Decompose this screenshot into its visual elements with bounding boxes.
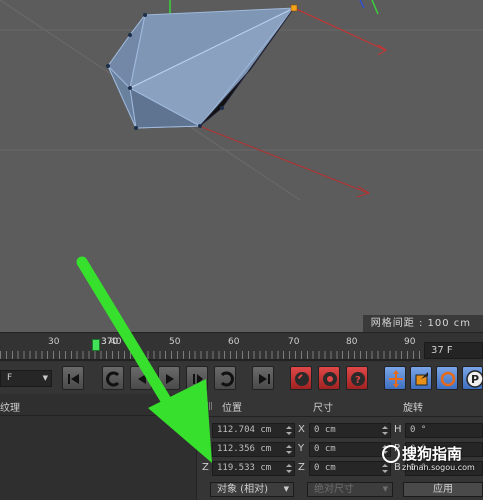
divider — [0, 415, 197, 416]
field-value: 112.704 cm — [217, 425, 272, 435]
prev-key-icon — [106, 371, 120, 387]
rotate-icon — [440, 371, 456, 387]
current-frame-field[interactable]: 37 F — [424, 342, 483, 359]
material-panel: 纹理 — [0, 394, 197, 500]
axis-label: H — [394, 424, 402, 435]
watermark-title: 搜狗指南 — [402, 445, 463, 463]
timeline-ruler[interactable]: 30 40 50 60 70 80 90 370 37 F — [0, 332, 483, 362]
key-icon — [295, 372, 309, 386]
move-icon — [389, 370, 403, 388]
playhead-label: 370 — [101, 337, 119, 347]
x-axis-line — [291, 6, 386, 51]
play-backward-icon — [138, 374, 146, 384]
size-z-field[interactable]: 0 cm — [309, 461, 391, 476]
sogou-logo-icon — [382, 445, 400, 463]
size-x-field[interactable]: 0 cm — [309, 423, 391, 438]
divider — [198, 416, 483, 417]
chevron-down-icon: ▼ — [283, 485, 289, 493]
position-z-field[interactable]: 119.533 cm — [212, 461, 295, 476]
texture-tab[interactable]: 纹理 — [0, 399, 20, 414]
play-forward-icon — [166, 374, 174, 384]
auto-key-icon — [323, 372, 337, 386]
next-key-button[interactable] — [214, 366, 236, 390]
keyframe-help-button[interactable]: ? — [346, 366, 368, 390]
spinner-icon[interactable] — [286, 426, 292, 435]
coordinate-mode-dropdown[interactable]: 对象 (相对) ▼ — [210, 482, 294, 497]
axis-label: Y — [202, 443, 209, 454]
size-mode-dropdown[interactable]: 绝对尺寸 ▼ — [307, 482, 393, 497]
record-button[interactable] — [290, 366, 312, 390]
field-value: 119.533 cm — [217, 463, 272, 473]
dropdown-value: 对象 (相对) — [217, 484, 268, 495]
axis-label: Z — [298, 462, 305, 473]
play-backward-button[interactable] — [130, 366, 152, 390]
svg-text:P: P — [471, 373, 479, 386]
sogou-watermark: 搜狗指南 zhinan.sogou.com — [382, 442, 483, 488]
watermark-subtitle: zhinan.sogou.com — [402, 463, 475, 472]
move-tool-button[interactable] — [384, 366, 406, 390]
field-value: 112.356 cm — [217, 444, 272, 454]
position-y-field[interactable]: 112.356 cm — [212, 442, 295, 457]
dropdown-value: 绝对尺寸 — [314, 484, 354, 495]
parameter-tool-button[interactable]: P — [462, 366, 483, 390]
rotation-header: 旋转 — [403, 403, 423, 414]
selected-point — [290, 4, 298, 12]
question-icon: ? — [351, 372, 365, 386]
frame-ruler[interactable]: 30 40 50 60 70 80 90 370 — [0, 333, 420, 363]
prev-key-button[interactable] — [102, 366, 124, 390]
rotate-tool-button[interactable] — [436, 366, 458, 390]
tick-label: 60 — [228, 337, 240, 347]
size-y-field[interactable]: 0 cm — [309, 442, 391, 457]
next-frame-icon — [193, 374, 203, 384]
scale-tool-button[interactable] — [410, 366, 432, 390]
svg-text:?: ? — [355, 375, 361, 386]
playhead[interactable] — [92, 339, 100, 351]
parameter-icon: P — [466, 370, 483, 388]
go-to-start-icon — [68, 374, 79, 384]
spinner-icon[interactable] — [382, 426, 388, 435]
chevron-down-icon: ▼ — [42, 374, 48, 382]
frame-unit-select[interactable]: F ▼ — [0, 370, 52, 387]
rotation-h-field[interactable]: 0 ° — [405, 423, 483, 438]
frame-unit-value: F — [7, 373, 13, 383]
go-to-start-button[interactable] — [62, 366, 84, 390]
next-frame-button[interactable] — [186, 366, 208, 390]
go-to-end-button[interactable] — [252, 366, 274, 390]
tick-label: 70 — [288, 337, 300, 347]
field-value: 0 ° — [410, 425, 427, 435]
axis-label: Z — [202, 462, 209, 473]
tick-label: 80 — [346, 337, 358, 347]
axis-label: X — [298, 424, 305, 435]
ruler-baseline — [0, 359, 420, 361]
axis-label: X — [202, 424, 209, 435]
field-value: 0 cm — [314, 425, 336, 435]
field-value: 0 cm — [314, 463, 336, 473]
tick-label: 30 — [48, 337, 60, 347]
go-to-end-icon — [259, 374, 270, 384]
spinner-icon[interactable] — [286, 445, 292, 454]
position-x-field[interactable]: 112.704 cm — [212, 423, 295, 438]
size-header: 尺寸 — [313, 403, 333, 414]
3d-viewport[interactable]: 网格间距 : 100 cm — [0, 0, 483, 332]
scale-icon — [415, 372, 428, 386]
viewport-scene — [0, 0, 483, 201]
grip-handle-icon[interactable] — [203, 402, 213, 410]
grid-spacing-readout: 网格间距 : 100 cm — [362, 315, 483, 332]
play-forward-button[interactable] — [158, 366, 180, 390]
local-x-axis-line — [198, 125, 369, 194]
tick-label: 50 — [169, 337, 181, 347]
polygon-mesh — [106, 4, 298, 130]
position-header: 位置 — [222, 403, 242, 414]
auto-key-button[interactable] — [318, 366, 340, 390]
tick-label: 90 — [404, 337, 416, 347]
next-key-icon — [220, 371, 234, 387]
field-value: 0 cm — [314, 444, 336, 454]
transport-bar: F ▼ ? P — [0, 362, 483, 394]
spinner-icon[interactable] — [286, 464, 292, 473]
axis-label: Y — [298, 443, 305, 454]
